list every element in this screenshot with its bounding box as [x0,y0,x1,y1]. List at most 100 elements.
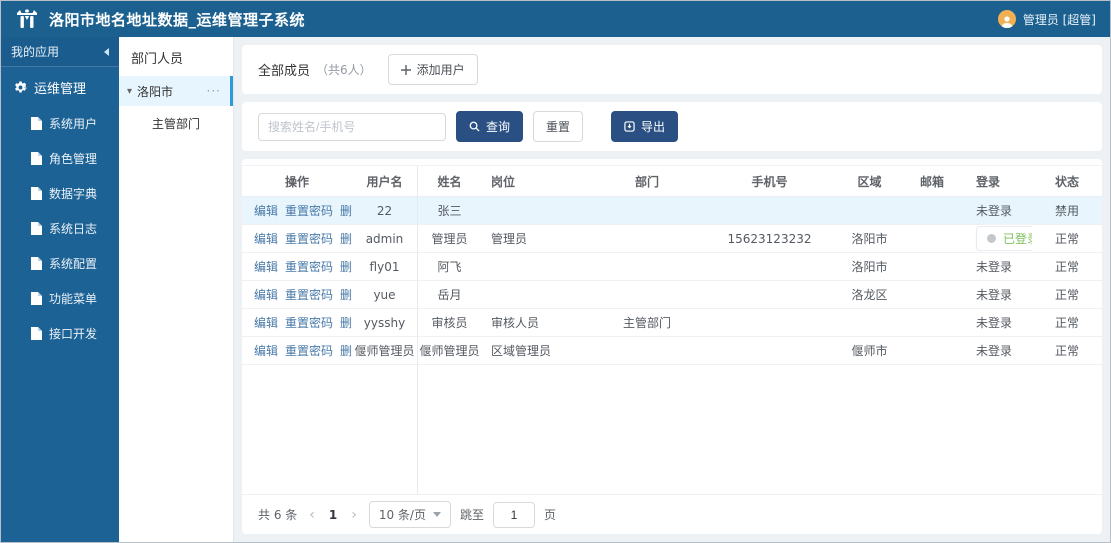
cell-operations: 编辑重置密码删除 [242,230,352,247]
query-button[interactable]: 查询 [456,111,524,142]
page-size-select[interactable]: 10 条/页 [368,501,451,528]
search-input[interactable] [258,112,446,141]
document-icon [31,327,42,340]
jump-label: 跳至 [459,508,484,522]
cell-status: 禁用 [1054,204,1079,218]
document-icon [31,152,42,165]
search-toolbar: 查询 重置 导出 [242,102,1102,151]
cell-department: 主管部门 [622,316,671,330]
cell-name: 张三 [437,204,462,218]
cell-username: fly01 [369,259,400,274]
cell-name: 审核员 [431,316,468,330]
delete-link[interactable]: 删除 [340,202,352,219]
sidebar-item-5[interactable]: 功能菜单 [1,281,119,316]
reset-password-link[interactable]: 重置密码 [285,286,333,303]
cell-operations: 编辑重置密码删除 [242,258,352,275]
cell-status: 正常 [1054,288,1079,302]
cell-position: 管理员 [491,232,528,246]
add-user-button[interactable]: 添加用户 [387,54,478,85]
cell-login: 已登录 [967,226,1032,251]
document-icon [31,292,42,305]
reset-password-link[interactable]: 重置密码 [285,202,333,219]
column-header-5: 手机号 [751,174,788,189]
reset-password-link[interactable]: 重置密码 [285,258,333,275]
edit-link[interactable]: 编辑 [254,230,278,247]
document-icon [31,257,42,270]
cell-username: 22 [376,203,393,218]
my-apps-label: 我的应用 [11,45,60,59]
sidebar-item-label: 接口开发 [49,327,98,341]
users-table: 操作用户名姓名岗位部门手机号区域邮箱登录状态 编辑重置密码删除22张三未登录禁用… [242,165,1102,494]
column-header-2: 姓名 [437,174,462,189]
cell-region: 洛阳市 [851,232,888,246]
delete-link[interactable]: 删除 [340,314,352,331]
plus-icon [400,64,411,75]
sidebar-item-label: 系统日志 [49,222,98,236]
sidebar-item-label: 系统用户 [49,117,98,131]
column-header-8: 登录 [976,174,1001,189]
prev-page-icon[interactable]: ‹ [306,507,318,523]
cell-username: yue [373,287,396,302]
reset-password-link[interactable]: 重置密码 [285,230,333,247]
fixed-column-divider [417,165,418,494]
sidebar-item-6[interactable]: 接口开发 [1,316,119,351]
tree-node-luoyang[interactable]: ▾ 洛阳市 ··· [119,76,233,106]
edit-link[interactable]: 编辑 [254,286,278,303]
delete-link[interactable]: 删除 [340,286,352,303]
sidebar-item-label: 功能菜单 [49,292,98,306]
caret-down-icon[interactable]: ▾ [127,86,132,97]
sidebar-item-2[interactable]: 数据字典 [1,176,119,211]
edit-link[interactable]: 编辑 [254,202,278,219]
jump-page-input[interactable] [493,501,535,528]
export-button[interactable]: 导出 [611,111,679,142]
column-header-6: 区域 [857,174,882,189]
collapse-sidebar-icon[interactable] [104,47,109,56]
sidebar-item-1[interactable]: 角色管理 [1,141,119,176]
document-icon [31,187,42,200]
cell-operations: 编辑重置密码删除 [242,314,352,331]
sidebar-item-0[interactable]: 系统用户 [1,106,119,141]
tree-node-more-icon[interactable]: ··· [207,84,225,98]
document-icon [31,117,42,130]
sidebar-item-4[interactable]: 系统配置 [1,246,119,281]
delete-link[interactable]: 删除 [340,230,352,247]
department-panel-title: 部门人员 [131,52,184,67]
edit-link[interactable]: 编辑 [254,258,278,275]
delete-link[interactable]: 删除 [340,258,352,275]
cell-login: 未登录 [976,260,1013,274]
cell-login: 未登录 [976,344,1013,358]
cell-login: 未登录 [976,288,1013,302]
logged-in-label: 已登录 [1003,232,1032,246]
members-count: （共6人） [316,63,372,77]
cell-operations: 编辑重置密码删除 [242,202,352,219]
cell-operations: 编辑重置密码删除 [242,286,352,303]
user-avatar[interactable] [997,10,1016,28]
page-number[interactable]: 1 [327,508,339,522]
delete-link[interactable]: 删除 [340,342,352,359]
column-header-1: 用户名 [366,174,403,189]
cell-username: admin [365,231,404,246]
sidebar-group-ops[interactable]: 运维管理 [1,67,119,106]
reset-password-link[interactable]: 重置密码 [285,314,333,331]
tree-node-dept[interactable]: 主管部门 [119,106,233,141]
document-icon [31,222,42,235]
sidebar: 我的应用 运维管理 系统用户角色管理 数据字典系统日志系统配置功能菜单接口开发 [1,37,119,542]
cell-login: 未登录 [976,316,1013,330]
sidebar-item-label: 系统配置 [49,257,98,271]
cell-position: 审核人员 [491,316,540,330]
edit-link[interactable]: 编辑 [254,342,278,359]
next-page-icon[interactable]: › [348,507,360,523]
cell-region: 偃师市 [851,344,888,358]
members-label: 全部成员 [258,64,311,79]
table-row: 编辑重置密码删除 yue 岳月 洛龙区 未登录 正常 [242,281,1102,309]
table-row: 编辑重置密码删除 fly01 阿飞 洛阳市 未登录 正常 [242,253,1102,281]
reset-button[interactable]: 重置 [533,111,584,142]
current-user-label[interactable]: 管理员 [超管] [1023,11,1096,28]
table-header-row: 操作 用户名 姓名 岗位 部门 手机号 区域 邮箱 登录 状态 [242,165,1102,197]
cell-username: 偃师管理员 [354,344,415,358]
sidebar-item-3[interactable]: 系统日志 [1,211,119,246]
edit-link[interactable]: 编辑 [254,314,278,331]
logged-in-toggle[interactable]: 已登录 [976,226,1032,251]
cell-operations: 编辑重置密码删除 [242,342,352,359]
reset-password-link[interactable]: 重置密码 [285,342,333,359]
